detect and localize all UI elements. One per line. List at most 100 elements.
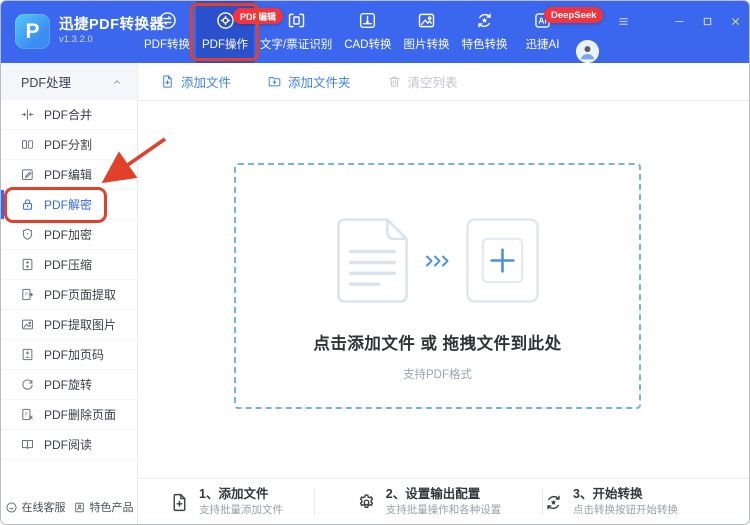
page-extract-icon: P — [20, 287, 35, 302]
nav-tab-label: 迅捷AI — [525, 39, 560, 51]
merge-icon — [20, 107, 35, 122]
sidebar-item-pdf-read[interactable]: PDF阅读 — [1, 430, 137, 460]
sidebar-item-label: PDF提取图片 — [44, 318, 117, 332]
clear-list-button[interactable]: 清空列表 — [387, 72, 458, 91]
image-icon — [20, 317, 35, 332]
sidebar-item-pdf-compress[interactable]: PDF压缩 — [1, 250, 137, 280]
pdf-edit-badge: PDF编辑 — [233, 8, 284, 24]
chevron-up-icon[interactable] — [110, 75, 124, 89]
page-number-icon — [20, 347, 35, 362]
nav-tab-label: 图片转换 — [403, 39, 450, 51]
sidebar-item-pdf-rotate[interactable]: PDF旋转 — [1, 370, 137, 400]
sidebar-item-label: PDF合并 — [44, 108, 93, 122]
sidebar-group-pdf-processing[interactable]: PDF处理 — [1, 63, 137, 100]
sidebar-item-label: PDF压缩 — [44, 258, 93, 272]
sidebar-item-label: PDF加页码 — [44, 348, 105, 362]
app-window: P 迅捷PDF转换器 v1.3.2.0 PDF转换 PDF操作 文字/票证识别 — [0, 0, 750, 525]
dropzone-main-text: 点击添加文件 或 拖拽文件到此处 — [313, 335, 562, 353]
product-icon — [73, 501, 86, 514]
step-2-set-output: 2、设置输出配置 支持批量操作和各种设置 — [315, 479, 542, 524]
sidebar-item-label: PDF编辑 — [44, 168, 93, 182]
online-service[interactable]: 在线客服 — [5, 499, 66, 515]
add-file-button[interactable]: 添加文件 — [160, 72, 231, 91]
toolbar-button-label: 添加文件 — [181, 76, 232, 90]
step-title: 2、设置输出配置 — [385, 486, 481, 501]
menu-button[interactable] — [616, 14, 631, 29]
book-icon — [20, 437, 35, 452]
sidebar-item-label: PDF加密 — [44, 228, 93, 242]
convert-icon — [157, 10, 178, 31]
steps-bar: 1、添加文件 支持批量添加文件 2、设置输出配置 支持批量操作和各种设置 3、开… — [138, 478, 749, 524]
step-1-add-files: 1、添加文件 支持批量添加文件 — [138, 479, 314, 524]
page-delete-icon: P — [20, 407, 35, 422]
file-plus-icon — [160, 74, 175, 89]
sidebar-item-pdf-page-number[interactable]: PDF加页码 — [1, 340, 137, 370]
nav-tab-label: PDF操作 — [202, 39, 248, 51]
sidebar-item-pdf-image-extract[interactable]: PDF提取图片 — [1, 310, 137, 340]
sidebar-item-label: PDF删除页面 — [44, 408, 117, 422]
ocr-icon — [286, 10, 307, 31]
sidebar-item-label: PDF页面提取 — [44, 288, 117, 302]
step-subtitle: 点击转换按钮开始转换 — [573, 504, 678, 517]
star-cycle-icon — [543, 492, 564, 513]
divider[interactable] — [644, 14, 659, 29]
sidebar-item-label: PDF分割 — [44, 138, 93, 152]
svg-text:P: P — [25, 411, 28, 416]
close-icon — [729, 15, 742, 28]
featured-products[interactable]: 特色产品 — [73, 499, 134, 515]
user-avatar[interactable] — [576, 40, 599, 63]
edit-icon — [20, 167, 35, 182]
deepseek-badge: DeepSeek — [544, 7, 604, 23]
tab-image-convert[interactable]: 图片转换 — [397, 1, 455, 63]
sidebar-item-label: PDF解密 — [44, 198, 93, 212]
nav-tab-label: 文字/票证识别 — [260, 39, 333, 51]
sidebar-item-pdf-encrypt[interactable]: PDF加密 — [1, 220, 137, 250]
step-subtitle: 支持批量添加文件 — [199, 504, 283, 517]
hamburger-icon — [617, 15, 630, 28]
tab-pdf-convert[interactable]: PDF转换 — [138, 1, 196, 63]
dropzone-sub-text: 支持PDF格式 — [403, 369, 472, 381]
service-icon — [5, 501, 18, 514]
image-icon — [416, 10, 437, 31]
tab-special-convert[interactable]: 特色转换 — [455, 1, 513, 63]
sidebar-item-pdf-decrypt[interactable]: PDF解密 — [1, 190, 137, 220]
maximize-icon — [701, 15, 714, 28]
svg-text:P: P — [25, 291, 28, 296]
file-toolbar: 添加文件 添加文件夹 清空列表 — [138, 63, 749, 101]
step-3-start-convert: 3、开始转换 点击转换按钮开始转换 — [543, 479, 678, 524]
sidebar: PDF处理 PDF合并 PDF分割 PDF编辑 PDF解密 PDF加密 PDF压… — [1, 63, 138, 524]
app-logo-icon: P — [15, 14, 50, 49]
file-dropzone[interactable]: 点击添加文件 或 拖拽文件到此处 支持PDF格式 — [234, 163, 641, 409]
toolbar-button-label: 清空列表 — [407, 76, 458, 90]
sidebar-item-pdf-split[interactable]: PDF分割 — [1, 130, 137, 160]
sidebar-item-label: PDF阅读 — [44, 438, 93, 452]
sidebar-item-pdf-delete-page[interactable]: P PDF删除页面 — [1, 400, 137, 430]
tab-cad-convert[interactable]: CAD转换 — [338, 1, 397, 63]
step-title: 1、添加文件 — [199, 486, 269, 501]
add-folder-button[interactable]: 添加文件夹 — [267, 72, 351, 91]
add-file-box-icon — [465, 218, 539, 308]
compress-icon — [20, 257, 35, 272]
maximize-button[interactable] — [700, 14, 715, 29]
step-subtitle: 支持批量操作和各种设置 — [385, 504, 502, 517]
window-controls — [616, 11, 743, 31]
chevrons-icon — [425, 254, 449, 272]
nav-tab-label: CAD转换 — [344, 39, 392, 51]
main-content: 点击添加文件 或 拖拽文件到此处 支持PDF格式 — [138, 101, 749, 478]
toolbar-button-label: 添加文件夹 — [288, 76, 351, 90]
sidebar-item-pdf-page-extract[interactable]: P PDF页面提取 — [1, 280, 137, 310]
document-icon — [336, 218, 408, 308]
nav-tab-label: PDF转换 — [144, 39, 190, 51]
shield-icon — [20, 227, 35, 242]
nav-tab-label: 特色转换 — [461, 39, 508, 51]
sidebar-group-label: PDF处理 — [21, 76, 72, 90]
gear-icon — [356, 492, 377, 513]
sidebar-footer: 在线客服 特色产品 — [1, 493, 137, 521]
footer-link-label: 特色产品 — [89, 502, 134, 514]
close-button[interactable] — [728, 14, 743, 29]
minimize-button[interactable] — [672, 14, 687, 29]
sidebar-item-pdf-merge[interactable]: PDF合并 — [1, 100, 137, 130]
sidebar-item-pdf-edit[interactable]: PDF编辑 — [1, 160, 137, 190]
minimize-icon — [673, 15, 686, 28]
title-bar: P 迅捷PDF转换器 v1.3.2.0 PDF转换 PDF操作 文字/票证识别 — [1, 1, 749, 63]
